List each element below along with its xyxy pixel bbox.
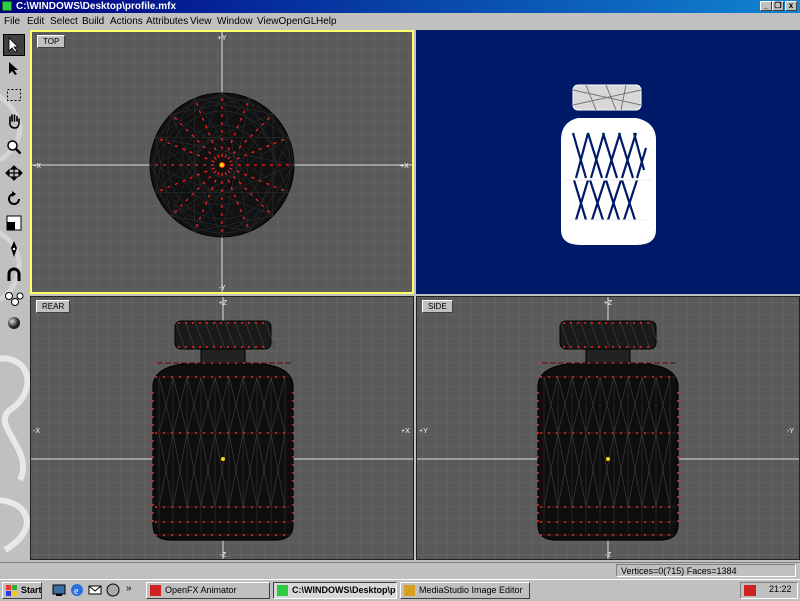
magnet-icon (7, 267, 21, 281)
sphere-tool[interactable] (3, 312, 25, 334)
magnifier-icon (7, 140, 22, 155)
spheres-tool[interactable] (3, 288, 25, 310)
axis-label-top: +Z (604, 300, 613, 307)
taskbar-button-label: C:\WINDOWS\Desktop\p... (292, 585, 397, 595)
clock: 21:22 (769, 584, 792, 594)
window-title: C:\WINDOWS\Desktop\profile.mfx (16, 1, 177, 12)
arrow-cursor-icon (8, 37, 19, 53)
openfx-icon (150, 585, 161, 596)
magnet-tool[interactable] (3, 264, 25, 286)
desktop-icon[interactable] (52, 583, 68, 598)
tray-app-icon[interactable] (744, 585, 758, 597)
axis-label-right: +X (401, 428, 410, 435)
menu-select[interactable]: Select (50, 15, 78, 28)
outlook-express-icon[interactable] (88, 583, 104, 598)
axis-label-left: +Y (419, 428, 428, 435)
internet-explorer-icon[interactable]: e (70, 583, 86, 598)
scale-tool[interactable] (3, 212, 25, 234)
mesh-top-wireframe (149, 92, 295, 238)
taskbar: Start e » OpenFX Animator C:\WINDOWS\Des… (0, 579, 800, 601)
mesh-side-wireframe (537, 320, 679, 541)
viewport-label-rear[interactable]: REAR (36, 300, 71, 313)
draw-tool[interactable] (3, 238, 25, 260)
start-button[interactable]: Start (2, 582, 42, 599)
restore-button[interactable]: ❐ (772, 1, 784, 11)
pen-icon (11, 241, 17, 257)
menu-edit[interactable]: Edit (27, 15, 44, 28)
quick-launch-more[interactable]: » (126, 583, 132, 594)
top-view-canvas: +Y -Y -X +X (32, 32, 412, 292)
menu-window[interactable]: Window (217, 15, 253, 28)
taskbar-button-designer[interactable]: C:\WINDOWS\Desktop\p... (273, 582, 397, 599)
spheres-icon (5, 292, 24, 306)
svg-text:e: e (74, 586, 79, 597)
mediastudio-icon (404, 585, 415, 596)
viewport-label-side[interactable]: SIDE (422, 300, 453, 313)
select-point-tool[interactable] (3, 58, 25, 80)
menu-file[interactable]: File (4, 15, 20, 28)
windows-logo-icon (6, 585, 17, 596)
designer-icon (277, 585, 288, 596)
viewport-label-top[interactable]: TOP (37, 35, 66, 48)
taskbar-button-mediastudio[interactable]: MediaStudio Image Editor (400, 582, 530, 599)
system-tray: 21:22 (740, 582, 798, 599)
taskbar-button-openfx-animator[interactable]: OpenFX Animator (146, 582, 270, 599)
axis-label-bottom: -Y (219, 285, 226, 292)
rotate-icon (8, 191, 20, 205)
axis-label-top: +Z (219, 300, 228, 307)
side-viewport[interactable]: +Z -Z +Y -Y SIDE (416, 296, 800, 560)
quick-launch: e » (48, 583, 143, 598)
rotate-tool[interactable] (3, 188, 25, 210)
axis-label-right: +X (400, 163, 409, 170)
opengl-render-canvas (561, 84, 656, 245)
menu-bar: File Edit Select Build Actions Attribute… (0, 13, 800, 30)
box-select-tool[interactable] (3, 84, 25, 106)
start-label: Start (21, 585, 42, 595)
side-view-canvas: +Z -Z +Y -Y (417, 297, 799, 559)
axis-label-left: -X (34, 163, 41, 170)
axis-label-top: +Y (218, 35, 227, 42)
dashed-box-icon (7, 89, 21, 101)
axis-label-bottom: -Z (220, 552, 227, 559)
opengl-preview-viewport[interactable] (416, 30, 800, 294)
mesh-rear-wireframe (152, 320, 294, 541)
rendered-jar (561, 84, 656, 245)
axis-label-bottom: -Z (605, 552, 612, 559)
pointer-icon (9, 62, 18, 75)
axis-label-right: -Y (787, 428, 794, 435)
menu-actions[interactable]: Actions (110, 15, 143, 28)
top-viewport[interactable]: +Y -Y -X +X TOP (30, 30, 414, 294)
rear-view-canvas: +Z -Z -X +X (31, 297, 413, 559)
menu-viewopengl[interactable]: ViewOpenGL (257, 15, 316, 28)
app-icon (2, 1, 12, 11)
move-tool[interactable] (3, 162, 25, 184)
menu-attributes[interactable]: Attributes (146, 15, 188, 28)
menu-build[interactable]: Build (82, 15, 104, 28)
taskbar-button-label: OpenFX Animator (165, 585, 237, 595)
rear-viewport[interactable]: +Z -Z -X +X REAR (30, 296, 414, 560)
taskbar-button-label: MediaStudio Image Editor (419, 585, 523, 595)
pan-tool[interactable] (3, 110, 25, 132)
channels-icon[interactable] (106, 583, 122, 598)
vertex-face-count: Vertices=0(715) Faces=1384 (616, 564, 796, 577)
close-button[interactable]: x (785, 1, 797, 11)
status-bar: Vertices=0(715) Faces=1384 (0, 562, 800, 579)
sphere-icon (8, 317, 20, 329)
scale-icon (6, 215, 22, 231)
select-arrow-tool[interactable] (3, 34, 25, 56)
title-bar[interactable]: C:\WINDOWS\Desktop\profile.mfx _ ❐ x (0, 0, 800, 13)
axis-label-left: -X (33, 428, 40, 435)
tool-palette (0, 30, 30, 560)
zoom-tool[interactable] (3, 136, 25, 158)
move-arrows-icon (5, 165, 23, 181)
hand-icon (9, 114, 20, 129)
menu-view[interactable]: View (190, 15, 212, 28)
menu-help[interactable]: Help (316, 15, 337, 28)
minimize-button[interactable]: _ (760, 1, 772, 11)
